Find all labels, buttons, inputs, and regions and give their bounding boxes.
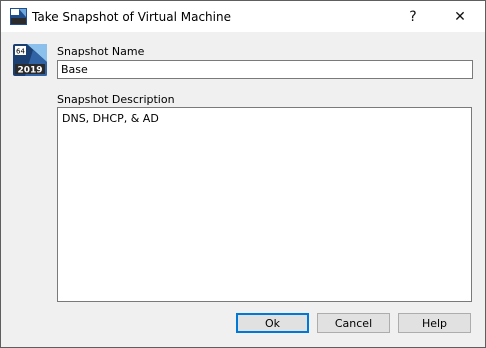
help-title-button[interactable]: ? [390, 1, 436, 32]
help-icon: ? [409, 8, 417, 25]
window-title: Take Snapshot of Virtual Machine [32, 10, 231, 24]
ok-button-label: Ok [264, 316, 281, 330]
vm-app-icon [10, 8, 27, 25]
snapshot-dialog: Take Snapshot of Virtual Machine ? ✕ 64 … [0, 0, 486, 348]
close-icon: ✕ [454, 8, 466, 25]
cancel-button-label: Cancel [334, 316, 373, 330]
help-button[interactable]: Help [398, 313, 471, 333]
snapshot-name-input[interactable]: Base [57, 60, 473, 79]
snapshot-description-label: Snapshot Description [57, 93, 175, 106]
close-button[interactable]: ✕ [437, 1, 483, 32]
vm-badge-bottom: 2019 [17, 66, 42, 76]
snapshot-name-label: Snapshot Name [57, 45, 145, 58]
cancel-button[interactable]: Cancel [317, 313, 390, 333]
ok-button[interactable]: Ok [236, 313, 309, 333]
snapshot-description-input[interactable]: DNS, DHCP, & AD [57, 107, 472, 302]
vm-os-icon: 64 2019 [13, 44, 47, 76]
help-button-label: Help [421, 316, 448, 330]
title-bar[interactable]: Take Snapshot of Virtual Machine ? ✕ [1, 1, 485, 32]
vm-badge-top: 64 [16, 48, 25, 56]
